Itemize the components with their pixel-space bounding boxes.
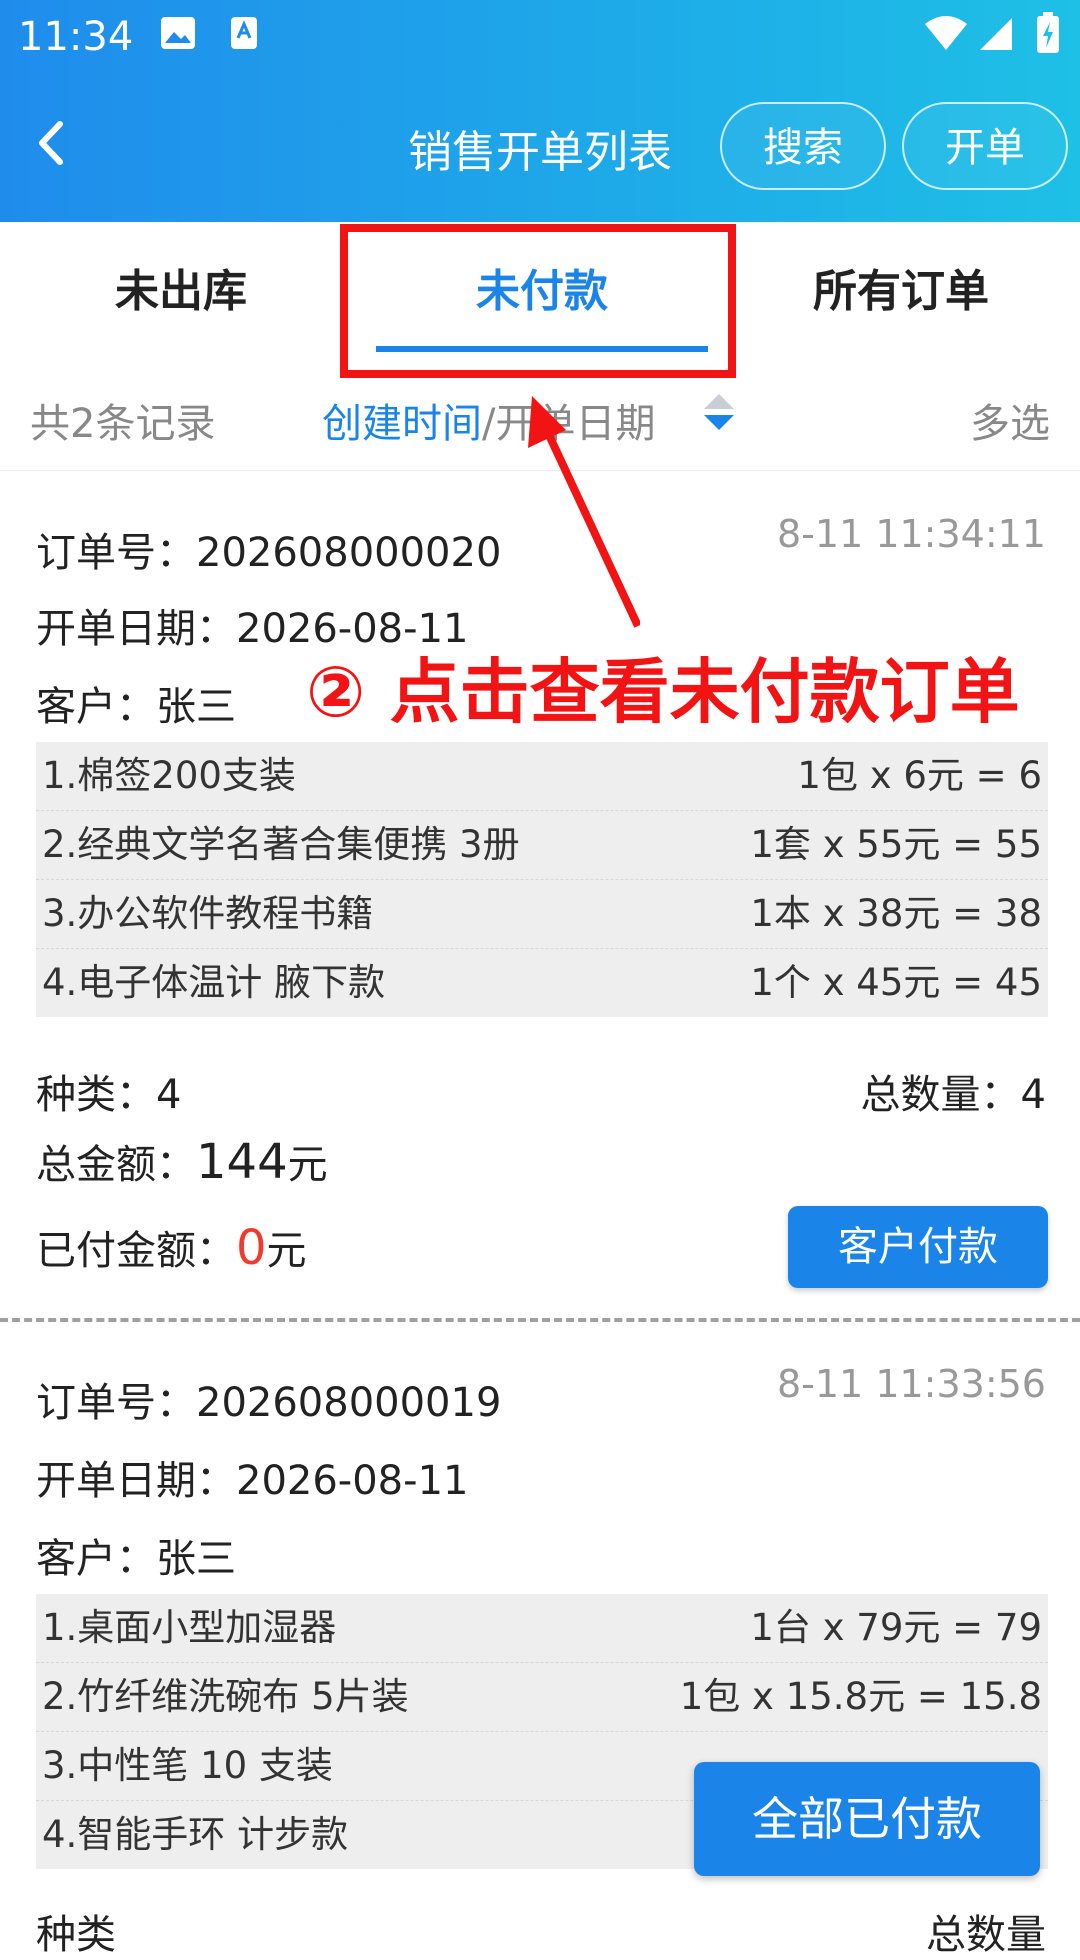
customer-pay-button[interactable]: 客户付款 xyxy=(788,1206,1048,1288)
app-notification-icon xyxy=(230,16,258,50)
order-items-list: 1.棉签200支装 1包 x 6元 = 6 2.经典文学名著合集便携 3册 1套 x… xyxy=(36,742,1048,1017)
order-date-value: 2026-08-11 xyxy=(236,1458,469,1504)
list-item: 1.棉签200支装 1包 x 6元 = 6 xyxy=(36,742,1048,811)
sort-separator: / xyxy=(482,401,496,447)
order-date-label: 开单日期： xyxy=(36,606,236,652)
annotation-arrow-icon xyxy=(528,396,640,628)
item-price: 1包 x 15.8元 = 15.8 xyxy=(679,1675,1042,1718)
image-notification-icon xyxy=(160,16,196,50)
signal-icon xyxy=(978,16,1014,52)
order-number-label: 订单号： xyxy=(36,530,196,576)
mark-all-paid-button[interactable]: 全部已付款 xyxy=(694,1762,1040,1876)
paid-amount-unit: 元 xyxy=(266,1228,307,1274)
order-number: 订单号：202608000020 xyxy=(36,520,501,578)
battery-icon xyxy=(1036,12,1060,54)
total-quantity: 总数量 xyxy=(926,1912,1046,1958)
item-name: 1.棉签200支装 xyxy=(42,754,296,797)
paid-amount-label: 已付金额： xyxy=(36,1228,236,1274)
list-item: 2.竹纤维洗碗布 5片装 1包 x 15.8元 = 15.8 xyxy=(36,1663,1048,1732)
order-date-label: 开单日期： xyxy=(36,1458,236,1504)
list-item: 4.电子体温计 腋下款 1个 x 45元 = 45 xyxy=(36,949,1048,1017)
customer-value: 张三 xyxy=(156,684,236,730)
search-button[interactable]: 搜索 xyxy=(720,102,886,190)
item-name: 2.竹纤维洗碗布 5片装 xyxy=(42,1675,409,1718)
order-number-value: 202608000019 xyxy=(196,1380,502,1426)
customer-label: 客户： xyxy=(36,1536,156,1582)
total-amount-label: 总金额： xyxy=(36,1142,196,1188)
order-date: 开单日期：2026-08-11 xyxy=(36,1448,468,1506)
sort-by-created-time[interactable]: 创建时间 xyxy=(322,401,482,447)
item-name: 1.桌面小型加湿器 xyxy=(42,1606,337,1649)
order-number: 订单号：202608000019 xyxy=(36,1370,501,1428)
tab-not-shipped[interactable]: 未出库 xyxy=(0,222,362,362)
list-item: 3.办公软件教程书籍 1本 x 38元 = 38 xyxy=(36,880,1048,949)
item-name: 2.经典文学名著合集便携 3册 xyxy=(42,823,520,866)
item-name: 3.中性笔 10 支装 xyxy=(42,1744,333,1787)
order-number-value: 202608000020 xyxy=(196,530,502,576)
kinds-count: 种类 xyxy=(36,1912,116,1958)
order-customer: 客户：张三 xyxy=(36,674,236,732)
order-customer: 客户：张三 xyxy=(36,1526,236,1584)
order-number-label: 订单号： xyxy=(36,1380,196,1426)
annotation-highlight-box xyxy=(340,224,736,378)
kinds-count: 种类：4 xyxy=(36,1062,181,1120)
total-amount-value: 144 xyxy=(196,1134,288,1190)
order-divider xyxy=(0,1318,1080,1322)
item-price: 1个 x 45元 = 45 xyxy=(750,961,1042,1004)
app-header: 11:34 销售开单列表 搜索 开单 xyxy=(0,0,1080,222)
status-time: 11:34 xyxy=(18,14,134,60)
customer-value: 张三 xyxy=(156,1536,236,1582)
item-price: 1套 x 55元 = 55 xyxy=(750,823,1042,866)
order-time: 8-11 11:33:56 xyxy=(777,1362,1046,1406)
item-price: 1台 x 79元 = 79 xyxy=(750,1606,1042,1649)
list-item: 1.桌面小型加湿器 1台 x 79元 = 79 xyxy=(36,1594,1048,1663)
total-amount-unit: 元 xyxy=(287,1142,328,1188)
total-quantity: 总数量：4 xyxy=(861,1062,1046,1120)
total-amount: 总金额：144元 xyxy=(36,1132,328,1190)
item-name: 4.智能手环 计步款 xyxy=(42,1813,349,1856)
item-name: 4.电子体温计 腋下款 xyxy=(42,961,386,1004)
wifi-icon xyxy=(924,14,968,52)
create-order-button[interactable]: 开单 xyxy=(902,102,1068,190)
item-price: 1本 x 38元 = 38 xyxy=(750,892,1042,935)
customer-label: 客户： xyxy=(36,684,156,730)
quantity-label: 总数量： xyxy=(860,1072,1021,1118)
item-price: 1包 x 6元 = 6 xyxy=(797,754,1042,797)
item-name: 3.办公软件教程书籍 xyxy=(42,892,374,935)
record-count: 共2条记录 xyxy=(30,401,216,447)
list-item: 2.经典文学名著合集便携 3册 1套 x 55元 = 55 xyxy=(36,811,1048,880)
kinds-label: 种类： xyxy=(36,1072,156,1118)
multi-select-button[interactable]: 多选 xyxy=(970,378,1050,470)
tab-all-orders[interactable]: 所有订单 xyxy=(722,222,1080,362)
sort-arrows-icon[interactable] xyxy=(702,392,736,432)
order-time: 8-11 11:34:11 xyxy=(777,512,1046,556)
paid-amount-value: 0 xyxy=(236,1220,267,1276)
paid-amount: 已付金额：0元 xyxy=(36,1218,307,1276)
kinds-value: 4 xyxy=(156,1072,182,1118)
annotation-text: ② 点击查看未付款订单 xyxy=(306,651,1020,733)
quantity-value: 4 xyxy=(1020,1072,1046,1118)
